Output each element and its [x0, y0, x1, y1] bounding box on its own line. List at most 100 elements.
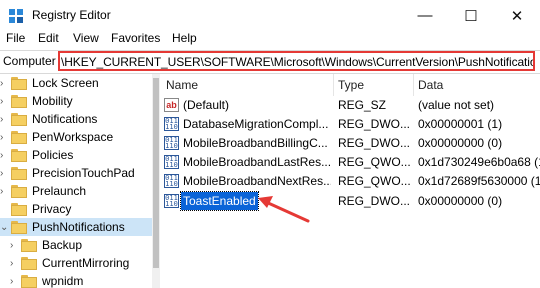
address-path-field[interactable]: \HKEY_CURRENT_USER\SOFTWARE\Microsoft\Wi…	[58, 51, 535, 71]
folder-icon	[11, 94, 27, 108]
binary-value-icon: 011 110	[164, 117, 179, 131]
tree-item-privacy[interactable]: Privacy	[0, 200, 71, 218]
binary-value-icon: 011 110	[164, 136, 179, 150]
folder-icon	[11, 112, 27, 126]
folder-open-icon	[11, 220, 27, 234]
registry-editor-icon	[9, 9, 23, 23]
close-button[interactable]: ✕	[494, 0, 540, 31]
chevron-right-icon[interactable]: ›	[0, 114, 8, 125]
binary-value-icon: 011 110	[164, 155, 179, 169]
chevron-right-icon[interactable]: ›	[10, 258, 18, 269]
menu-file[interactable]: File	[6, 31, 25, 45]
column-header-name[interactable]: Name	[162, 74, 334, 96]
value-row[interactable]: 011 110 DatabaseMigrationCompl... REG_DWO…	[162, 115, 540, 134]
binary-value-icon: 011 110	[164, 194, 179, 208]
value-type: REG_QWO...	[338, 174, 411, 188]
folder-icon	[11, 76, 27, 90]
folder-icon	[21, 274, 37, 288]
value-type: REG_DWO...	[338, 136, 411, 150]
column-header-type[interactable]: Type	[334, 74, 414, 96]
tree-item-pushnotifications[interactable]: ⌄ PushNotifications	[0, 218, 152, 236]
chevron-right-icon[interactable]: ›	[0, 96, 8, 107]
column-header-data[interactable]: Data	[414, 74, 540, 96]
window-title: Registry Editor	[32, 8, 111, 22]
folder-icon	[11, 148, 27, 162]
value-name: MobileBroadbandLastRes...	[183, 155, 331, 169]
annotation-arrow-icon	[258, 196, 310, 223]
tree-item-label: Notifications	[32, 112, 98, 126]
value-data: 0x00000000 (0)	[418, 136, 503, 150]
address-label: Computer	[3, 54, 56, 68]
address-bar: Computer \HKEY_CURRENT_USER\SOFTWARE\Mic…	[0, 50, 540, 74]
value-name: DatabaseMigrationCompl...	[183, 117, 329, 131]
tree-item-penworkspace[interactable]: › PenWorkspace	[0, 128, 113, 146]
menu-edit[interactable]: Edit	[38, 31, 59, 45]
value-type: REG_DWO...	[338, 117, 411, 131]
tree-item-label: PushNotifications	[32, 220, 125, 234]
value-name: MobileBroadbandNextRes...	[183, 174, 331, 188]
value-data: 0x1d730249e6b0a68 (13	[418, 155, 540, 169]
value-data: 0x1d72689f5630000 (13	[418, 174, 540, 188]
value-type: REG_QWO...	[338, 155, 411, 169]
value-name-editing[interactable]: ToastEnabled	[180, 191, 259, 211]
tree-item-notifications[interactable]: › Notifications	[0, 110, 97, 128]
value-name: MobileBroadbandBillingC...	[183, 136, 328, 150]
tree-item-label: wpnidm	[42, 274, 84, 288]
chevron-right-icon[interactable]: ›	[0, 78, 8, 89]
value-data: 0x00000000 (0)	[418, 194, 503, 208]
value-name: (Default)	[183, 98, 230, 112]
value-row[interactable]: 011 110 MobileBroadbandLastRes... REG_QWO…	[162, 153, 540, 172]
folder-icon	[21, 238, 37, 252]
value-data: (value not set)	[418, 98, 495, 112]
title-bar: Registry Editor — ☐ ✕	[0, 0, 540, 31]
menu-view[interactable]: View	[73, 31, 99, 45]
tree-item-mobility[interactable]: › Mobility	[0, 92, 73, 110]
value-row[interactable]: ab (Default) REG_SZ (value not set)	[162, 96, 540, 115]
tree-item-currentmirroring[interactable]: › CurrentMirroring	[10, 254, 129, 272]
menu-favorites[interactable]: Favorites	[111, 31, 160, 45]
menu-help[interactable]: Help	[172, 31, 197, 45]
chevron-right-icon[interactable]: ›	[10, 276, 18, 287]
binary-value-icon: 011 110	[164, 174, 179, 188]
pane-splitter[interactable]	[152, 74, 160, 288]
chevron-right-icon[interactable]: ›	[0, 132, 8, 143]
tree-item-label: PenWorkspace	[32, 130, 114, 144]
key-tree: › Lock Screen › Mobility › Notifications › P…	[0, 74, 152, 288]
tree-item-label: CurrentMirroring	[42, 256, 130, 270]
tree-item-precisiontouchpad[interactable]: › PrecisionTouchPad	[0, 164, 135, 182]
folder-icon	[21, 256, 37, 270]
folder-icon	[11, 184, 27, 198]
address-path-text: \HKEY_CURRENT_USER\SOFTWARE\Microsoft\Wi…	[61, 55, 535, 69]
value-row[interactable]: 011 110 MobileBroadbandNextRes... REG_QWO…	[162, 172, 540, 191]
tree-item-label: Lock Screen	[32, 76, 99, 90]
chevron-right-icon[interactable]: ›	[0, 186, 8, 197]
value-row[interactable]: 011 110 MobileBroadbandBillingC... REG_DW…	[162, 134, 540, 153]
folder-icon	[11, 166, 27, 180]
value-data: 0x00000001 (1)	[418, 117, 503, 131]
tree-item-label: Prelaunch	[32, 184, 87, 198]
tree-item-backup[interactable]: › Backup	[10, 236, 82, 254]
tree-item-label: Mobility	[32, 94, 73, 108]
value-type: REG_DWO...	[338, 194, 411, 208]
tree-item-prelaunch[interactable]: › Prelaunch	[0, 182, 86, 200]
chevron-down-icon[interactable]: ⌄	[0, 222, 8, 233]
maximize-button[interactable]: ☐	[448, 0, 494, 31]
value-type: REG_SZ	[338, 98, 387, 112]
tree-item-label: PrecisionTouchPad	[32, 166, 135, 180]
tree-item-label: Policies	[32, 148, 74, 162]
value-row-selected[interactable]: 011 110 ToastEnabled REG_DWO... 0x0000000…	[162, 191, 540, 211]
tree-scrollbar-thumb[interactable]	[153, 78, 159, 268]
tree-item-lock-screen[interactable]: › Lock Screen	[0, 74, 99, 92]
chevron-right-icon[interactable]: ›	[0, 168, 8, 179]
folder-icon	[11, 130, 27, 144]
tree-item-label: Backup	[42, 238, 83, 252]
tree-item-wpnidm[interactable]: › wpnidm	[10, 272, 83, 288]
folder-icon	[11, 202, 27, 216]
minimize-button[interactable]: —	[402, 0, 448, 31]
chevron-right-icon[interactable]: ›	[10, 240, 18, 251]
chevron-right-icon[interactable]: ›	[0, 150, 8, 161]
values-list: Name Type Data ab (Default) REG_SZ (valu…	[162, 74, 540, 288]
string-value-icon: ab	[164, 98, 179, 112]
tree-item-policies[interactable]: › Policies	[0, 146, 73, 164]
menu-bar: File Edit View Favorites Help	[0, 31, 540, 47]
